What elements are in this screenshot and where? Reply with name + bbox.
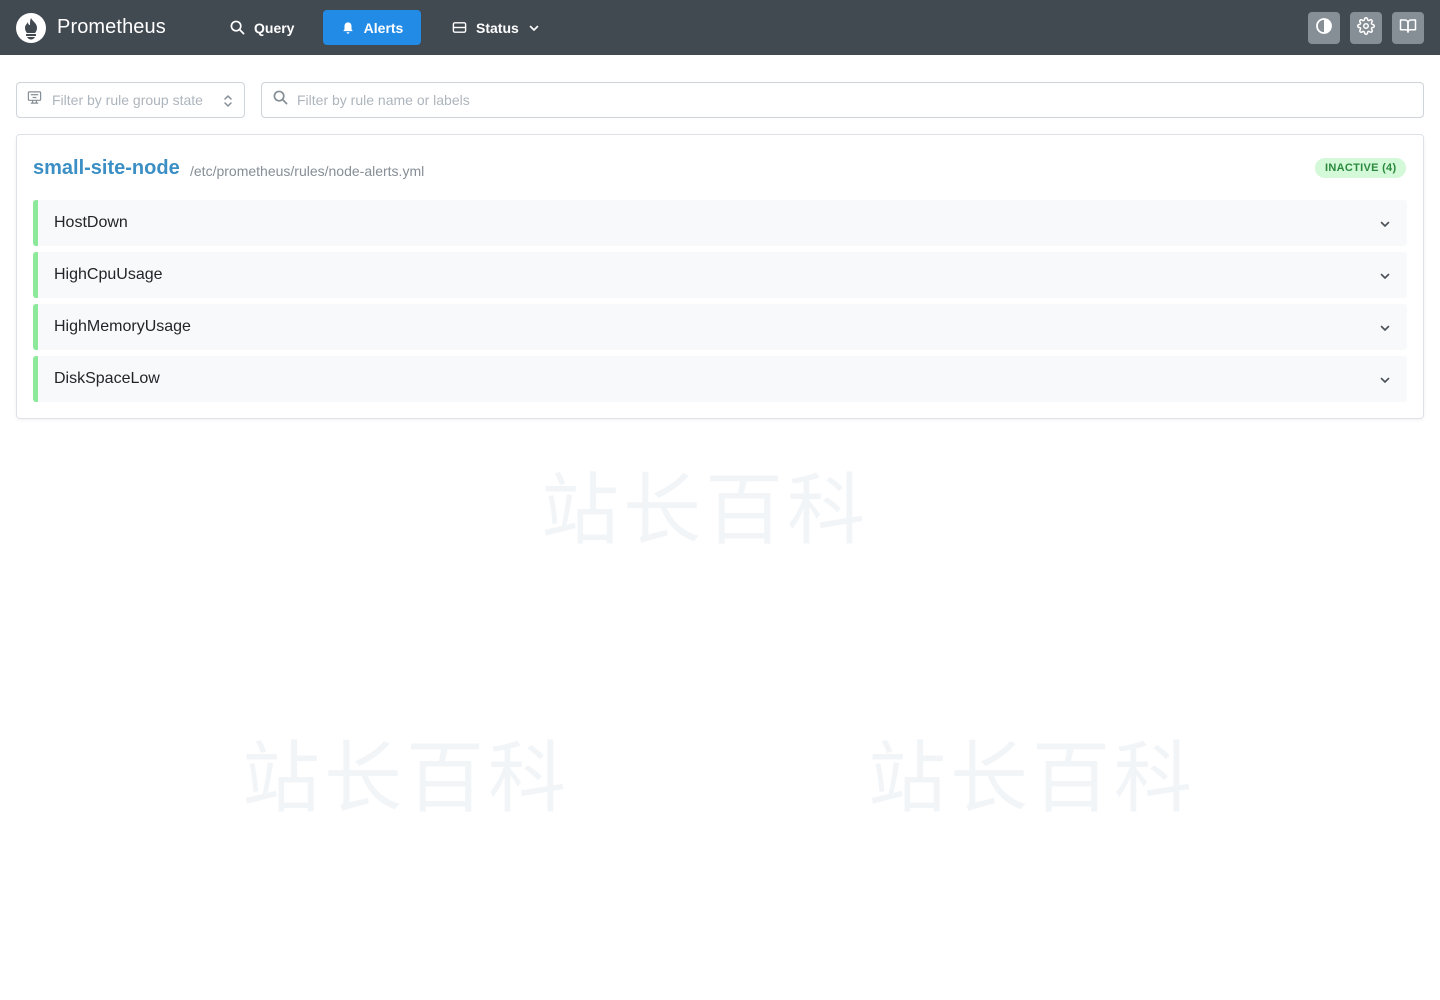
watermark: 站长百科 <box>868 734 1197 824</box>
rule-search-field[interactable] <box>261 82 1424 118</box>
gear-icon <box>1357 16 1375 40</box>
server-icon <box>452 20 467 35</box>
inactive-count-badge: INACTIVE (4) <box>1315 158 1407 178</box>
nav-query-label: Query <box>254 19 295 36</box>
search-icon <box>230 20 245 35</box>
alert-rule-item[interactable]: DiskSpaceLow <box>33 356 1407 402</box>
search-icon <box>273 90 288 110</box>
rule-group-name[interactable]: small-site-node <box>33 157 180 180</box>
settings-button[interactable] <box>1350 12 1382 44</box>
nav-alerts-button[interactable]: Alerts <box>323 10 421 45</box>
nav-status-label: Status <box>476 19 519 36</box>
chevron-down-icon <box>1379 217 1391 235</box>
alert-rule-item[interactable]: HighCpuUsage <box>33 252 1407 298</box>
book-icon <box>1399 17 1417 40</box>
alert-rule-name: HostDown <box>54 214 128 231</box>
documentation-button[interactable] <box>1392 12 1424 44</box>
nav-alerts-label: Alerts <box>363 19 404 36</box>
nav-query-button[interactable]: Query <box>218 10 306 45</box>
watermark: 站长百科 <box>242 734 571 824</box>
rule-group-state-placeholder: Filter by rule group state <box>52 92 203 108</box>
chevron-down-icon <box>528 22 540 34</box>
alert-rule-name: HighCpuUsage <box>54 266 163 283</box>
chevron-down-icon <box>1379 321 1391 339</box>
selector-caret-icon <box>222 93 234 114</box>
chevron-down-icon <box>1379 269 1391 287</box>
filter-state-icon <box>27 90 42 110</box>
rule-group-file-path: /etc/prometheus/rules/node-alerts.yml <box>190 163 425 179</box>
alert-rule-item[interactable]: HostDown <box>33 200 1407 246</box>
brand[interactable]: Prometheus <box>16 12 166 43</box>
alert-rule-name: DiskSpaceLow <box>54 370 160 387</box>
nav-status-dropdown[interactable]: Status <box>440 10 552 45</box>
brand-name: Prometheus <box>57 16 166 38</box>
bell-icon <box>341 21 355 35</box>
prometheus-logo-icon <box>16 12 46 43</box>
rule-group-card: small-site-node /etc/prometheus/rules/no… <box>16 134 1424 419</box>
contrast-icon <box>1315 17 1333 40</box>
theme-toggle-button[interactable] <box>1308 12 1340 44</box>
alert-rule-item[interactable]: HighMemoryUsage <box>33 304 1407 350</box>
watermark: 站长百科 <box>541 466 870 556</box>
rule-search-input[interactable] <box>297 92 1397 108</box>
rule-group-state-select[interactable]: Filter by rule group state <box>16 82 245 118</box>
top-navbar: Prometheus Query Alerts Status <box>0 0 1440 55</box>
chevron-down-icon <box>1379 373 1391 391</box>
alert-rule-name: HighMemoryUsage <box>54 318 191 335</box>
